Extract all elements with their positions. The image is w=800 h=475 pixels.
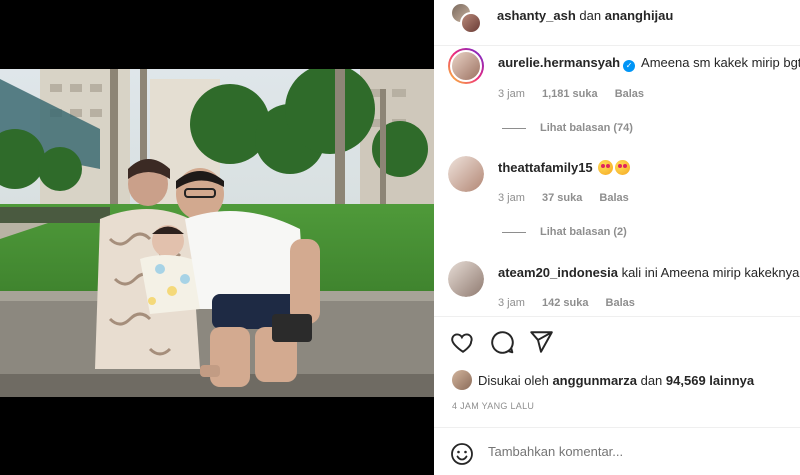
- liked-by-row: Disukai oleh anggunmarza dan 94,569 lain…: [434, 368, 800, 394]
- post-action-bar: [434, 316, 800, 366]
- owners-conjunction: dan: [579, 8, 602, 23]
- owner-username-link[interactable]: ashanty_ash: [497, 8, 576, 23]
- avatar: [452, 370, 472, 390]
- comment-likes[interactable]: 1,181 suka: [542, 88, 598, 100]
- star-struck-emoji-icon: [615, 160, 631, 175]
- add-comment-input[interactable]: [488, 444, 778, 459]
- comment-likes[interactable]: 37 suka: [542, 192, 582, 204]
- liked-by-count-link[interactable]: 94,569 lainnya: [666, 373, 754, 388]
- divider-line: [502, 127, 526, 129]
- comment-likes[interactable]: 142 suka: [542, 297, 588, 309]
- post-details-panel: ashanty_ash dan ananghijau aurelie.herma…: [434, 0, 800, 475]
- comment-username[interactable]: theattafamily15: [498, 160, 593, 175]
- view-replies-label: Lihat balasan (2): [540, 226, 627, 238]
- comment-text: aurelie.hermansyah ✓ Ameena sm kakek miri…: [498, 55, 800, 72]
- view-replies-button[interactable]: Lihat balasan (74): [502, 122, 633, 134]
- comment-time: 3 jam: [498, 297, 525, 309]
- liked-by-text: Disukai oleh anggunmarza dan 94,569 lain…: [478, 373, 754, 388]
- heart-icon[interactable]: [450, 329, 476, 355]
- emoji-picker-icon[interactable]: [450, 442, 474, 466]
- comment-item: aurelie.hermansyah ✓ Ameena sm kakek miri…: [434, 48, 800, 108]
- divider-line: [502, 231, 526, 233]
- post-owners: ashanty_ash dan ananghijau: [497, 8, 673, 23]
- add-comment-bar: [434, 427, 800, 475]
- liked-by-mid: dan: [640, 373, 663, 388]
- comment-meta: 3 jam 1,181 suka Balas: [498, 88, 658, 100]
- comment-reply-button[interactable]: Balas: [615, 88, 644, 100]
- send-icon[interactable]: [528, 329, 554, 355]
- post-timestamp[interactable]: 4 JAM YANG LALU: [452, 401, 534, 411]
- star-struck-emoji-icon: [598, 160, 614, 175]
- comment-item: ateam20_indonesia kali ini Ameena mirip …: [434, 261, 800, 321]
- comment-body: Ameena sm kakek mirip bgt: [641, 55, 800, 70]
- comment-icon[interactable]: [489, 329, 515, 355]
- owner-username-link[interactable]: ananghijau: [605, 8, 674, 23]
- post-media-panel: [0, 0, 434, 475]
- comment-text: theattafamily15: [498, 160, 800, 175]
- comment-reply-button[interactable]: Balas: [599, 192, 628, 204]
- liked-by-prefix: Disukai oleh: [478, 373, 549, 388]
- view-replies-button[interactable]: Lihat balasan (2): [502, 226, 627, 238]
- comment-time: 3 jam: [498, 192, 525, 204]
- family-photo-image: [0, 69, 434, 397]
- comment-avatar[interactable]: [448, 48, 484, 84]
- comment-text: ateam20_indonesia kali ini Ameena mirip …: [498, 265, 800, 280]
- comment-username[interactable]: aurelie.hermansyah: [498, 55, 620, 70]
- comment-meta: 3 jam 37 suka Balas: [498, 192, 643, 204]
- avatar: [460, 12, 482, 34]
- comment-body: kali ini Ameena mirip kakeknya: [621, 265, 800, 280]
- comment-meta: 3 jam 142 suka Balas: [498, 297, 649, 309]
- comment-username[interactable]: ateam20_indonesia: [498, 265, 618, 280]
- liked-by-user-link[interactable]: anggunmarza: [552, 373, 637, 388]
- owners-avatar-stack[interactable]: [450, 2, 484, 34]
- post-photo[interactable]: [0, 69, 434, 397]
- comment-avatar[interactable]: [448, 156, 484, 192]
- comment-time: 3 jam: [498, 88, 525, 100]
- post-header: ashanty_ash dan ananghijau: [434, 0, 800, 46]
- comment-item: theattafamily15 3 jam 37 suka Balas: [434, 156, 800, 216]
- view-replies-label: Lihat balasan (74): [540, 122, 633, 134]
- comment-avatar[interactable]: [448, 261, 484, 297]
- comment-reply-button[interactable]: Balas: [606, 297, 635, 309]
- verified-badge-icon: ✓: [623, 60, 636, 72]
